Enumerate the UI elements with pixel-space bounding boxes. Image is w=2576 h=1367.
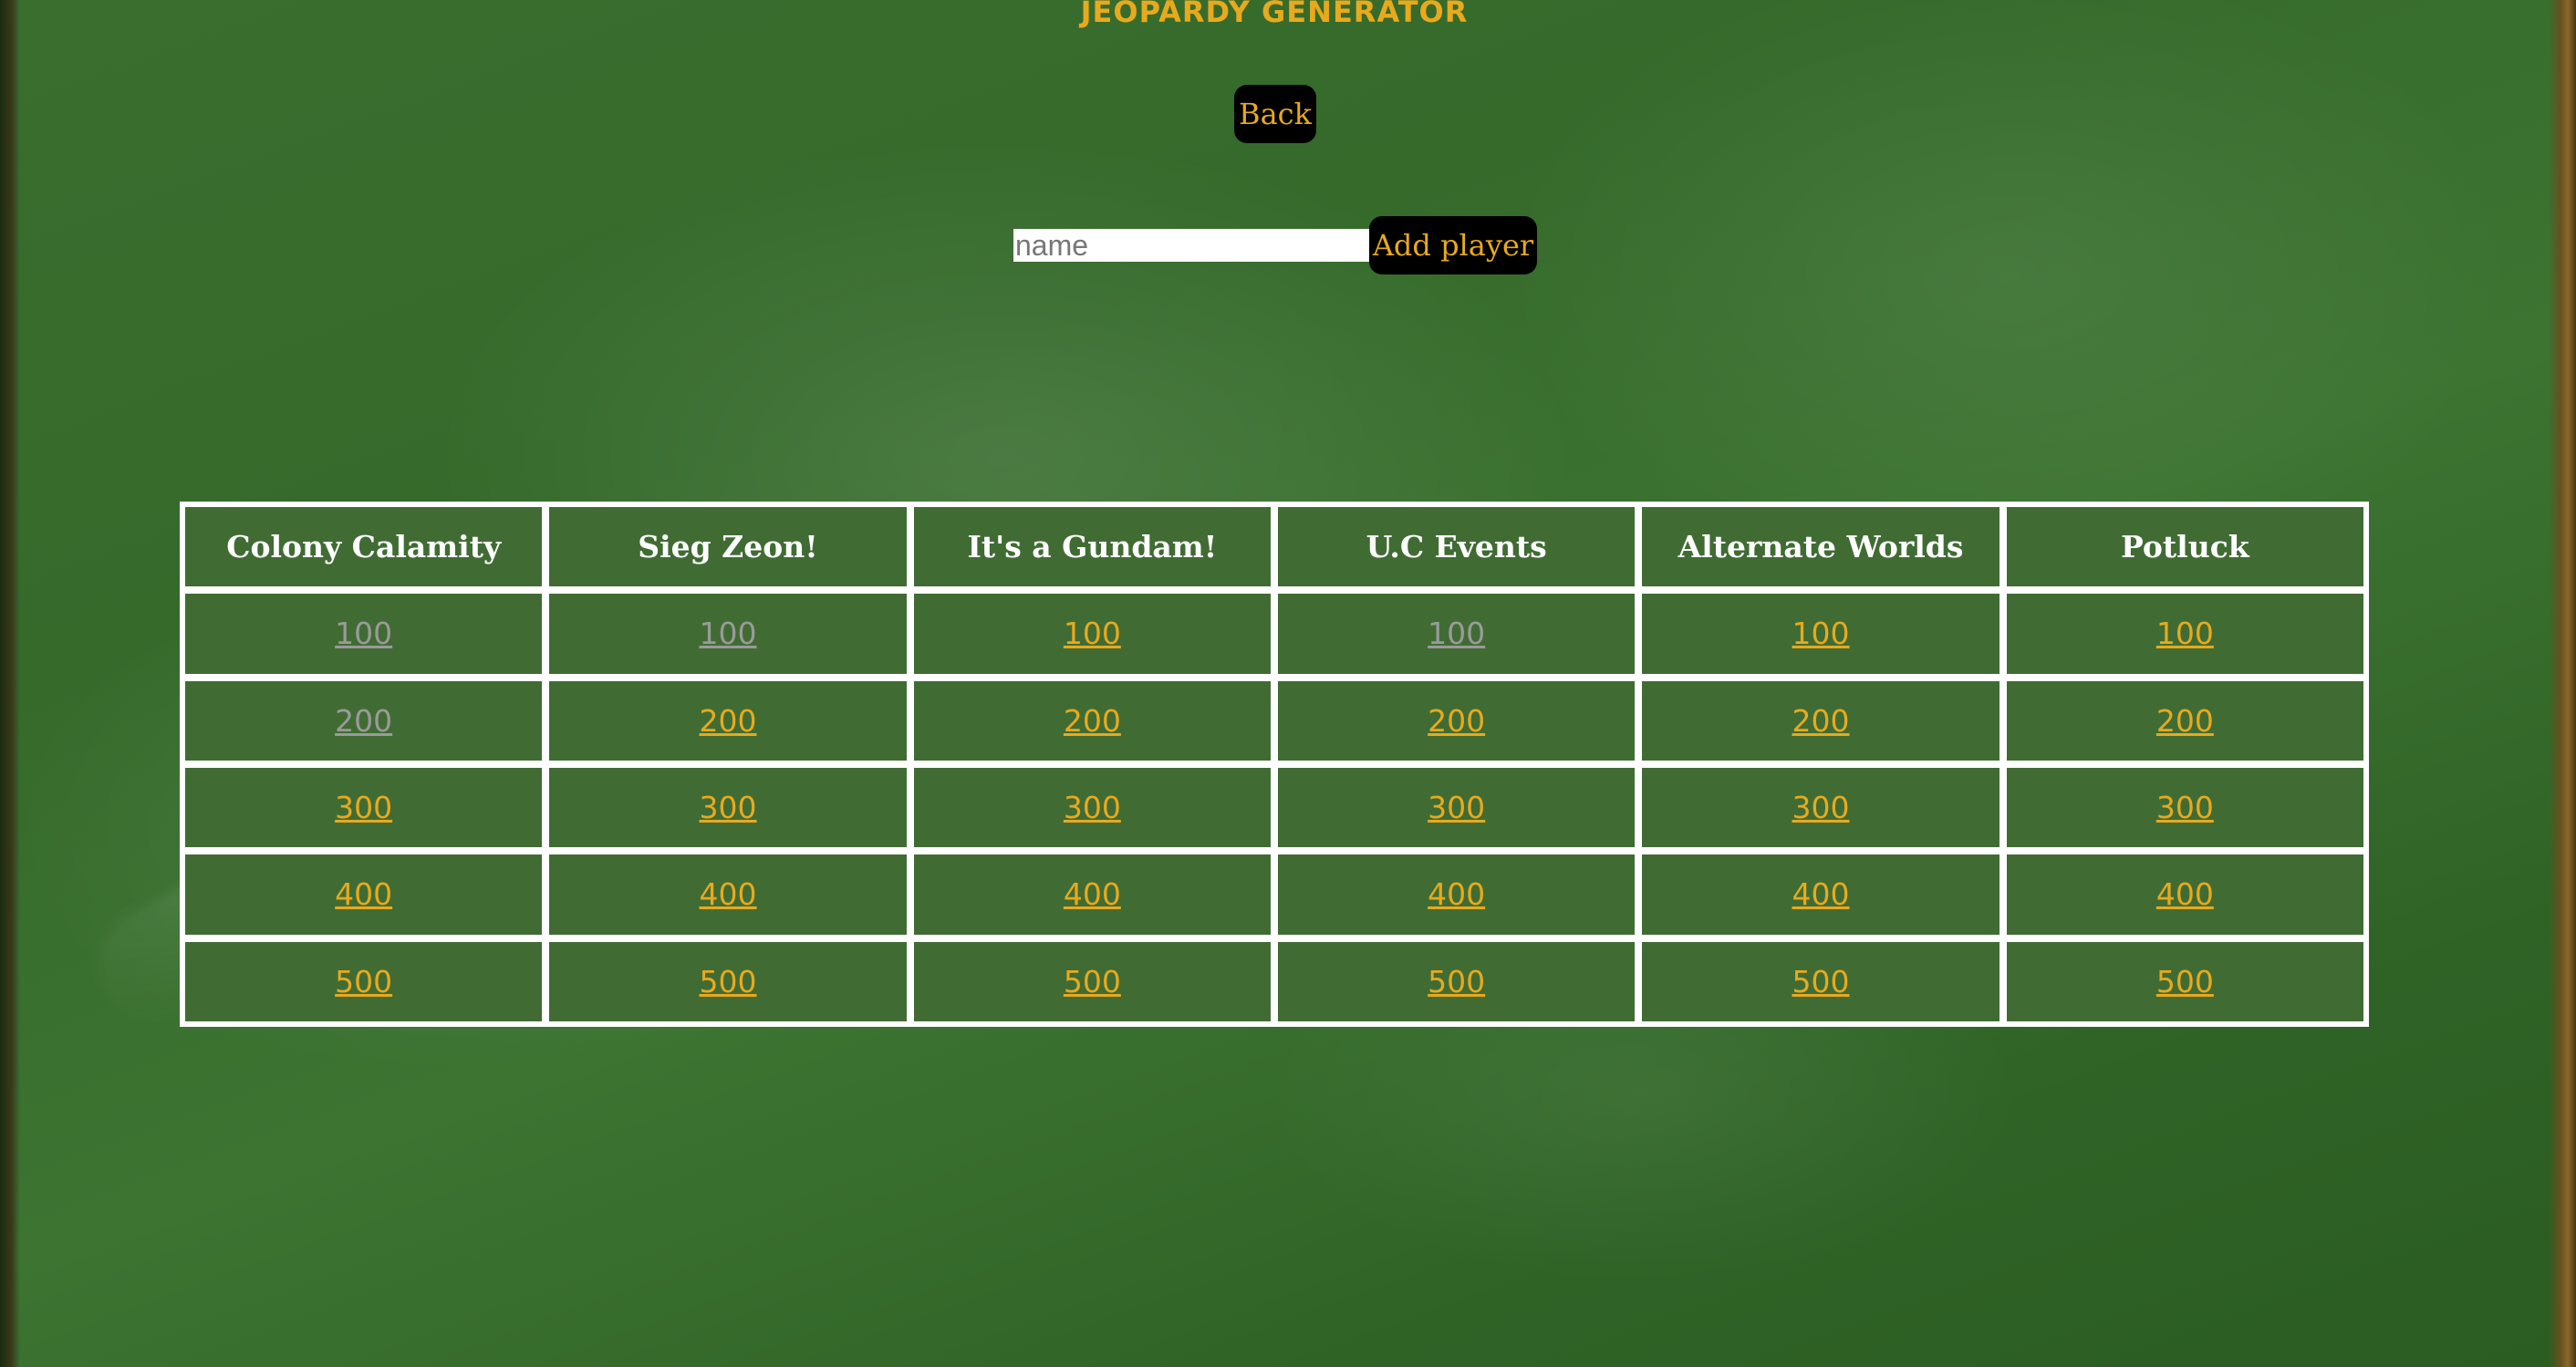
- question-link[interactable]: 500: [335, 964, 392, 999]
- category-header: Colony Calamity: [185, 507, 543, 587]
- board-cell: 100: [2006, 594, 2363, 674]
- board-cell: 200: [549, 680, 907, 761]
- board-cell: 100: [1642, 594, 2000, 674]
- question-link[interactable]: 200: [1064, 703, 1121, 739]
- question-link[interactable]: 400: [1792, 876, 1849, 912]
- board-cell: 400: [549, 854, 907, 935]
- category-header: Sieg Zeon!: [549, 507, 907, 587]
- board-cell: 400: [1278, 854, 1636, 935]
- add-player-button[interactable]: Add player: [1369, 216, 1537, 274]
- board-cell: 400: [1642, 854, 2000, 935]
- chalkboard-frame-right: [2549, 0, 2576, 1367]
- board-cell: 500: [1642, 941, 2000, 1021]
- question-link[interactable]: 500: [1792, 964, 1849, 999]
- category-header: U.C Events: [1278, 507, 1636, 587]
- jeopardy-board: Colony Calamity Sieg Zeon! It's a Gundam…: [180, 502, 2369, 1027]
- board-cell: 500: [2006, 941, 2363, 1021]
- question-link[interactable]: 100: [1792, 616, 1849, 651]
- question-link[interactable]: 300: [1792, 790, 1849, 825]
- board-cell: 500: [185, 941, 543, 1021]
- back-button[interactable]: Back: [1234, 85, 1316, 143]
- page-title: JEOPARDY GENERATOR: [1080, 0, 1469, 29]
- board-cell: 200: [185, 680, 543, 761]
- category-header: It's a Gundam!: [913, 507, 1271, 587]
- question-link[interactable]: 300: [1064, 790, 1121, 825]
- chalkboard-frame-left: [0, 0, 20, 1367]
- question-link[interactable]: 200: [2156, 703, 2214, 739]
- question-link[interactable]: 500: [699, 964, 756, 999]
- question-link[interactable]: 100: [699, 616, 756, 651]
- board-cell: 400: [913, 854, 1271, 935]
- board-cell: 100: [913, 594, 1271, 674]
- add-player-form: Add player: [1013, 216, 1537, 274]
- question-link[interactable]: 100: [1428, 616, 1485, 651]
- board-cell: 200: [2006, 680, 2363, 761]
- question-link[interactable]: 300: [699, 790, 756, 825]
- board-cell: 300: [1278, 768, 1636, 848]
- question-link[interactable]: 400: [335, 876, 392, 912]
- question-link[interactable]: 400: [2156, 876, 2214, 912]
- board-cell: 100: [185, 594, 543, 674]
- question-link[interactable]: 500: [1064, 964, 1121, 999]
- board-cell: 300: [2006, 768, 2363, 848]
- question-link[interactable]: 200: [335, 703, 392, 739]
- player-name-input[interactable]: [1013, 229, 1369, 262]
- category-header: Alternate Worlds: [1642, 507, 2000, 587]
- board-cell: 100: [1278, 594, 1636, 674]
- board-cell: 300: [185, 768, 543, 848]
- board-cell: 100: [549, 594, 907, 674]
- board-cell: 200: [1278, 680, 1636, 761]
- question-link[interactable]: 400: [1428, 876, 1485, 912]
- board-cell: 300: [913, 768, 1271, 848]
- question-link[interactable]: 300: [1428, 790, 1485, 825]
- question-link[interactable]: 300: [335, 790, 392, 825]
- board-cell: 300: [1642, 768, 2000, 848]
- question-link[interactable]: 300: [2156, 790, 2214, 825]
- board-cell: 500: [549, 941, 907, 1021]
- question-link[interactable]: 400: [1064, 876, 1121, 912]
- question-link[interactable]: 400: [699, 876, 756, 912]
- question-link[interactable]: 500: [1428, 964, 1485, 999]
- board-cell: 400: [185, 854, 543, 935]
- question-link[interactable]: 100: [335, 616, 392, 651]
- board-cell: 300: [549, 768, 907, 848]
- question-link[interactable]: 100: [2156, 616, 2214, 651]
- question-link[interactable]: 200: [699, 703, 756, 739]
- category-header: Potluck: [2006, 507, 2363, 587]
- board-cell: 200: [1642, 680, 2000, 761]
- question-link[interactable]: 100: [1064, 616, 1121, 651]
- board-cell: 400: [2006, 854, 2363, 935]
- question-link[interactable]: 500: [2156, 964, 2214, 999]
- board-cell: 500: [913, 941, 1271, 1021]
- question-link[interactable]: 200: [1792, 703, 1849, 739]
- board-cell: 500: [1278, 941, 1636, 1021]
- question-link[interactable]: 200: [1428, 703, 1485, 739]
- board-cell: 200: [913, 680, 1271, 761]
